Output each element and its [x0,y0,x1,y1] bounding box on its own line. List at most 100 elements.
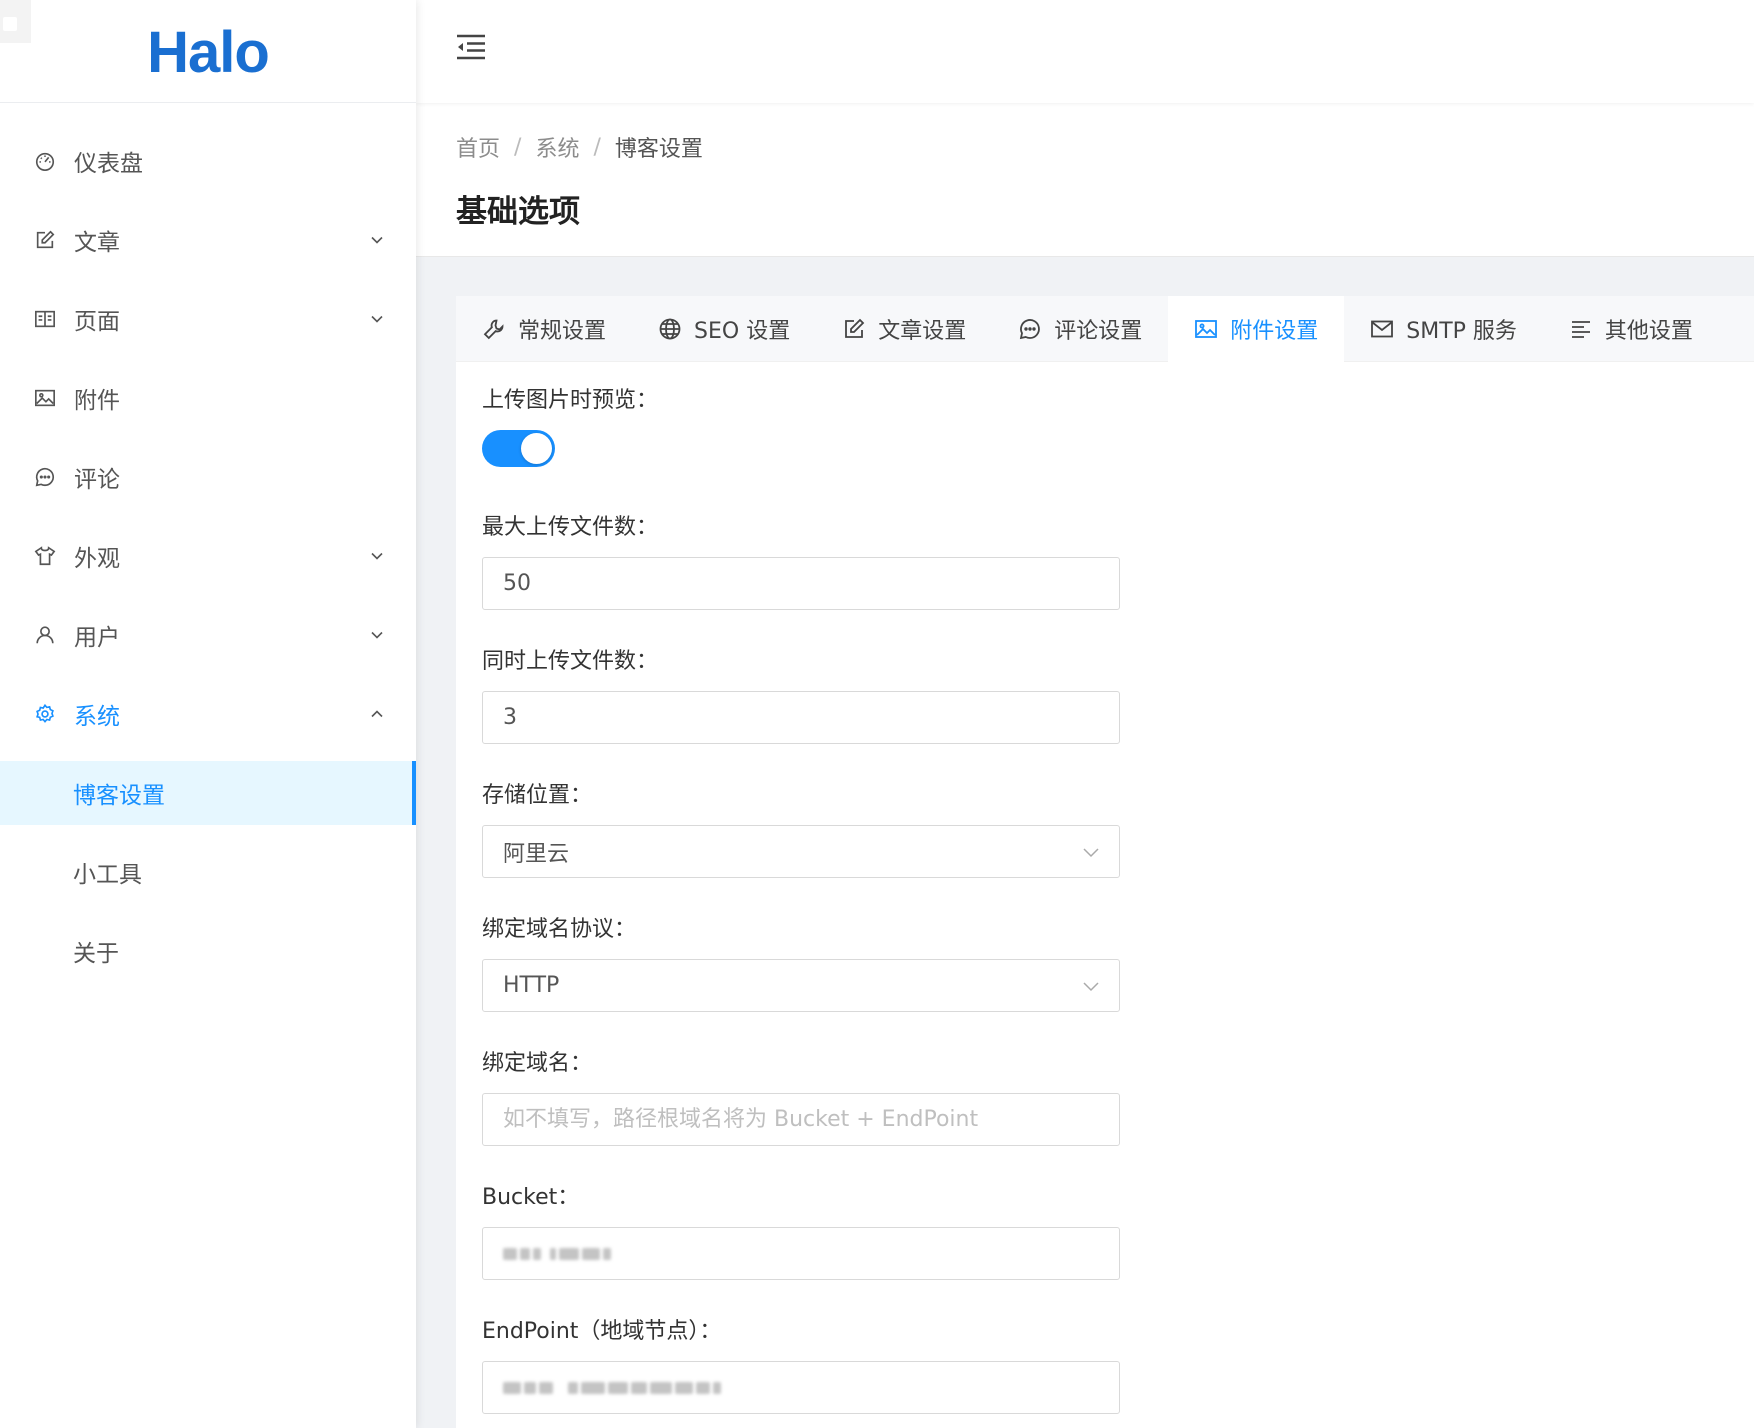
form-item-endpoint: EndPoint（地域节点）： [482,1317,1120,1414]
bucket-label: Bucket： [482,1185,580,1210]
align-left-icon [1571,321,1590,338]
domain-input[interactable] [482,1093,1120,1146]
tab-comments[interactable]: 评论设置 [992,296,1168,362]
mail-icon [1371,320,1394,338]
logo-area: Halo [0,0,416,103]
top-header [416,0,1754,103]
tab-attachments[interactable]: 附件设置 [1168,296,1345,362]
sidebar-item-comments[interactable]: 评论 [0,445,416,509]
sidebar-item-posts[interactable]: 文章 [0,208,416,272]
sidebar-item-pages[interactable]: 页面 [0,287,416,351]
breadcrumb-separator: / [514,134,522,160]
settings-tabs: 常规设置 SEO 设置 文章设置 评论设置 附件设置 SMTP 服务 其他设置 [456,296,1754,362]
max-files-input[interactable] [482,557,1120,610]
page-header: 首页 / 系统 / 博客设置 基础选项 [416,103,1754,257]
endpoint-input[interactable] [482,1361,1120,1414]
form-item-preview: 上传图片时预览： [482,386,658,467]
toggle-knob [521,433,552,464]
tab-other[interactable]: 其他设置 [1543,296,1719,362]
redacted-value [503,1228,611,1279]
tab-posts[interactable]: 文章设置 [816,296,992,362]
endpoint-label: EndPoint（地域节点）： [482,1319,722,1344]
domain-label: 绑定域名： [482,1051,593,1076]
form-icon [845,318,865,338]
page-title: 基础选项 [456,194,580,230]
chevron-down-icon [371,552,383,560]
form-item-domain: 绑定域名： [482,1049,1120,1146]
halo-logo[interactable]: Halo [147,19,270,86]
protocol-selected-value: HTTP [503,973,560,998]
sidebar-subitem-about[interactable]: 关于 [0,919,416,983]
sidebar-item-attachments[interactable]: 附件 [0,366,416,430]
preview-label: 上传图片时预览： [482,388,659,413]
tab-label: 文章设置 [878,319,967,344]
picture-icon [34,387,56,409]
tab-label: SMTP 服务 [1406,319,1517,344]
form-item-max-files: 最大上传文件数： [482,513,1120,610]
bucket-input[interactable] [482,1227,1120,1280]
tool-icon [483,319,504,340]
chevron-down-icon [1083,981,1099,991]
skin-icon [34,545,56,567]
tab-smtp[interactable]: SMTP 服务 [1344,296,1543,362]
sidebar-item-label: 仪表盘 [74,151,143,177]
sidebar: Halo 仪表盘 文章 页面 附件 评论 外观 用户 系统 博客设置 小工具 关… [0,0,416,1428]
protocol-select[interactable]: HTTP [482,959,1120,1012]
tab-label: 附件设置 [1230,319,1319,344]
form-item-bucket: Bucket： [482,1183,1120,1280]
chevron-down-icon [371,236,383,244]
sidebar-item-system[interactable]: 系统 [0,682,416,746]
concurrent-uploads-input[interactable] [482,691,1120,744]
storage-label: 存储位置： [482,783,593,808]
settings-card: 常规设置 SEO 设置 文章设置 评论设置 附件设置 SMTP 服务 其他设置 [456,296,1754,1428]
tab-seo[interactable]: SEO 设置 [632,296,816,362]
sidebar-subitem-label: 关于 [73,941,119,967]
chevron-down-icon [371,315,383,323]
storage-selected-value: 阿里云 [503,841,570,867]
edit-icon [34,229,56,251]
tab-general[interactable]: 常规设置 [456,296,632,362]
sidebar-item-users[interactable]: 用户 [0,603,416,667]
tab-label: 常规设置 [518,319,607,344]
tab-label: 其他设置 [1604,319,1693,344]
sidebar-item-label: 外观 [74,546,120,572]
chevron-down-icon [1083,847,1099,857]
chevron-up-icon [371,710,383,718]
concurrent-label: 同时上传文件数： [482,649,659,674]
menu-fold-button[interactable] [454,30,488,64]
sidebar-item-label: 系统 [74,704,120,730]
dashboard-icon [34,150,56,172]
sidebar-item-label: 评论 [74,467,120,493]
sidebar-menu: 仪表盘 文章 页面 附件 评论 外观 用户 系统 博客设置 小工具 关于 [0,103,416,983]
sidebar-item-label: 附件 [74,388,120,414]
message-icon [34,466,56,488]
breadcrumb-system[interactable]: 系统 [535,131,579,163]
window-corner [0,0,31,43]
setting-icon [34,703,56,725]
sidebar-subitem-widgets[interactable]: 小工具 [0,840,416,904]
sidebar-subitem-blog-settings[interactable]: 博客设置 [0,761,416,825]
menu-fold-icon [457,34,485,60]
sidebar-item-label: 页面 [74,309,120,335]
protocol-label: 绑定域名协议： [482,917,637,942]
breadcrumb: 首页 / 系统 / 博客设置 [456,131,703,163]
form-item-protocol: 绑定域名协议： HTTP [482,915,1120,1012]
user-icon [34,624,56,646]
max-files-label: 最大上传文件数： [482,515,659,540]
book-icon [34,308,56,330]
sidebar-item-dashboard[interactable]: 仪表盘 [0,129,416,193]
preview-toggle[interactable] [482,430,555,467]
storage-select[interactable]: 阿里云 [482,825,1120,878]
global-icon [659,318,681,340]
sidebar-item-appearance[interactable]: 外观 [0,524,416,588]
sidebar-subitem-label: 小工具 [73,862,142,888]
tab-label: SEO 设置 [694,319,791,344]
redacted-value [503,1362,721,1413]
sidebar-subitem-label: 博客设置 [73,783,165,809]
tab-label: 评论设置 [1054,319,1143,344]
sidebar-item-label: 文章 [74,230,120,256]
breadcrumb-home[interactable]: 首页 [456,131,500,163]
form-item-storage: 存储位置： 阿里云 [482,781,1120,878]
breadcrumb-separator: / [593,134,601,160]
sidebar-item-label: 用户 [74,625,120,651]
